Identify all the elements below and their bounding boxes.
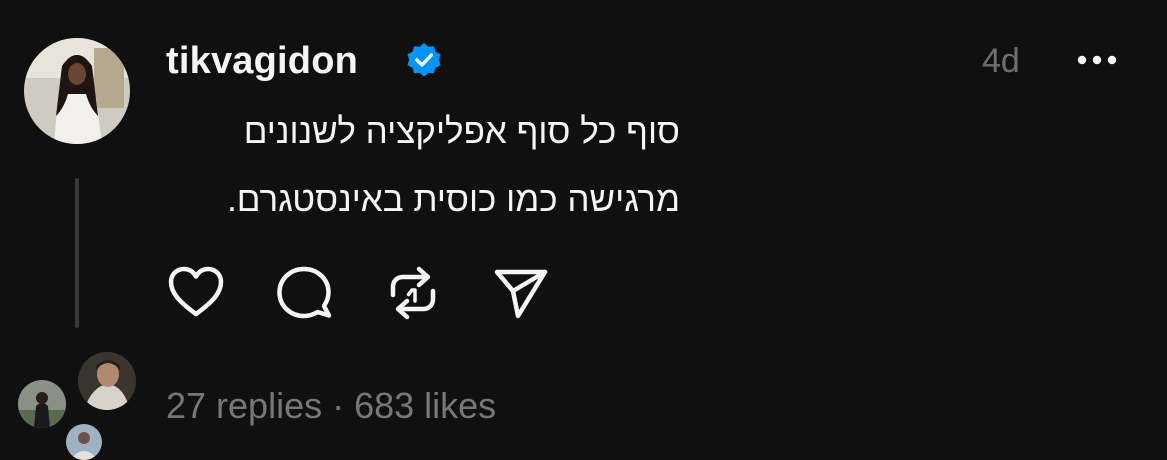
thread-line bbox=[75, 178, 79, 328]
replies-count-link[interactable]: 27 replies bbox=[166, 385, 322, 426]
author-avatar[interactable] bbox=[24, 38, 130, 144]
replier-avatar bbox=[78, 352, 136, 410]
verified-badge-icon bbox=[407, 42, 441, 77]
more-options-icon[interactable] bbox=[1075, 50, 1119, 70]
likes-count-link[interactable]: 683 likes bbox=[354, 385, 496, 426]
share-icon[interactable] bbox=[491, 263, 551, 323]
heart-icon[interactable] bbox=[166, 263, 226, 323]
comment-icon[interactable] bbox=[274, 263, 334, 323]
repost-icon[interactable] bbox=[383, 263, 443, 323]
replier-avatar bbox=[18, 380, 66, 428]
post-text-line: מרגישה כמו כוסית באינסטגרם. bbox=[227, 180, 680, 219]
post-stats: 27 replies · 683 likes bbox=[166, 384, 496, 428]
post-text-line: סוף כל סוף אפליקציה לשנונים bbox=[243, 112, 680, 151]
replier-avatar bbox=[66, 424, 102, 460]
username[interactable]: tikvagidon bbox=[166, 38, 358, 84]
stats-separator: · bbox=[332, 385, 345, 426]
post-timestamp: 4d bbox=[982, 42, 1020, 80]
